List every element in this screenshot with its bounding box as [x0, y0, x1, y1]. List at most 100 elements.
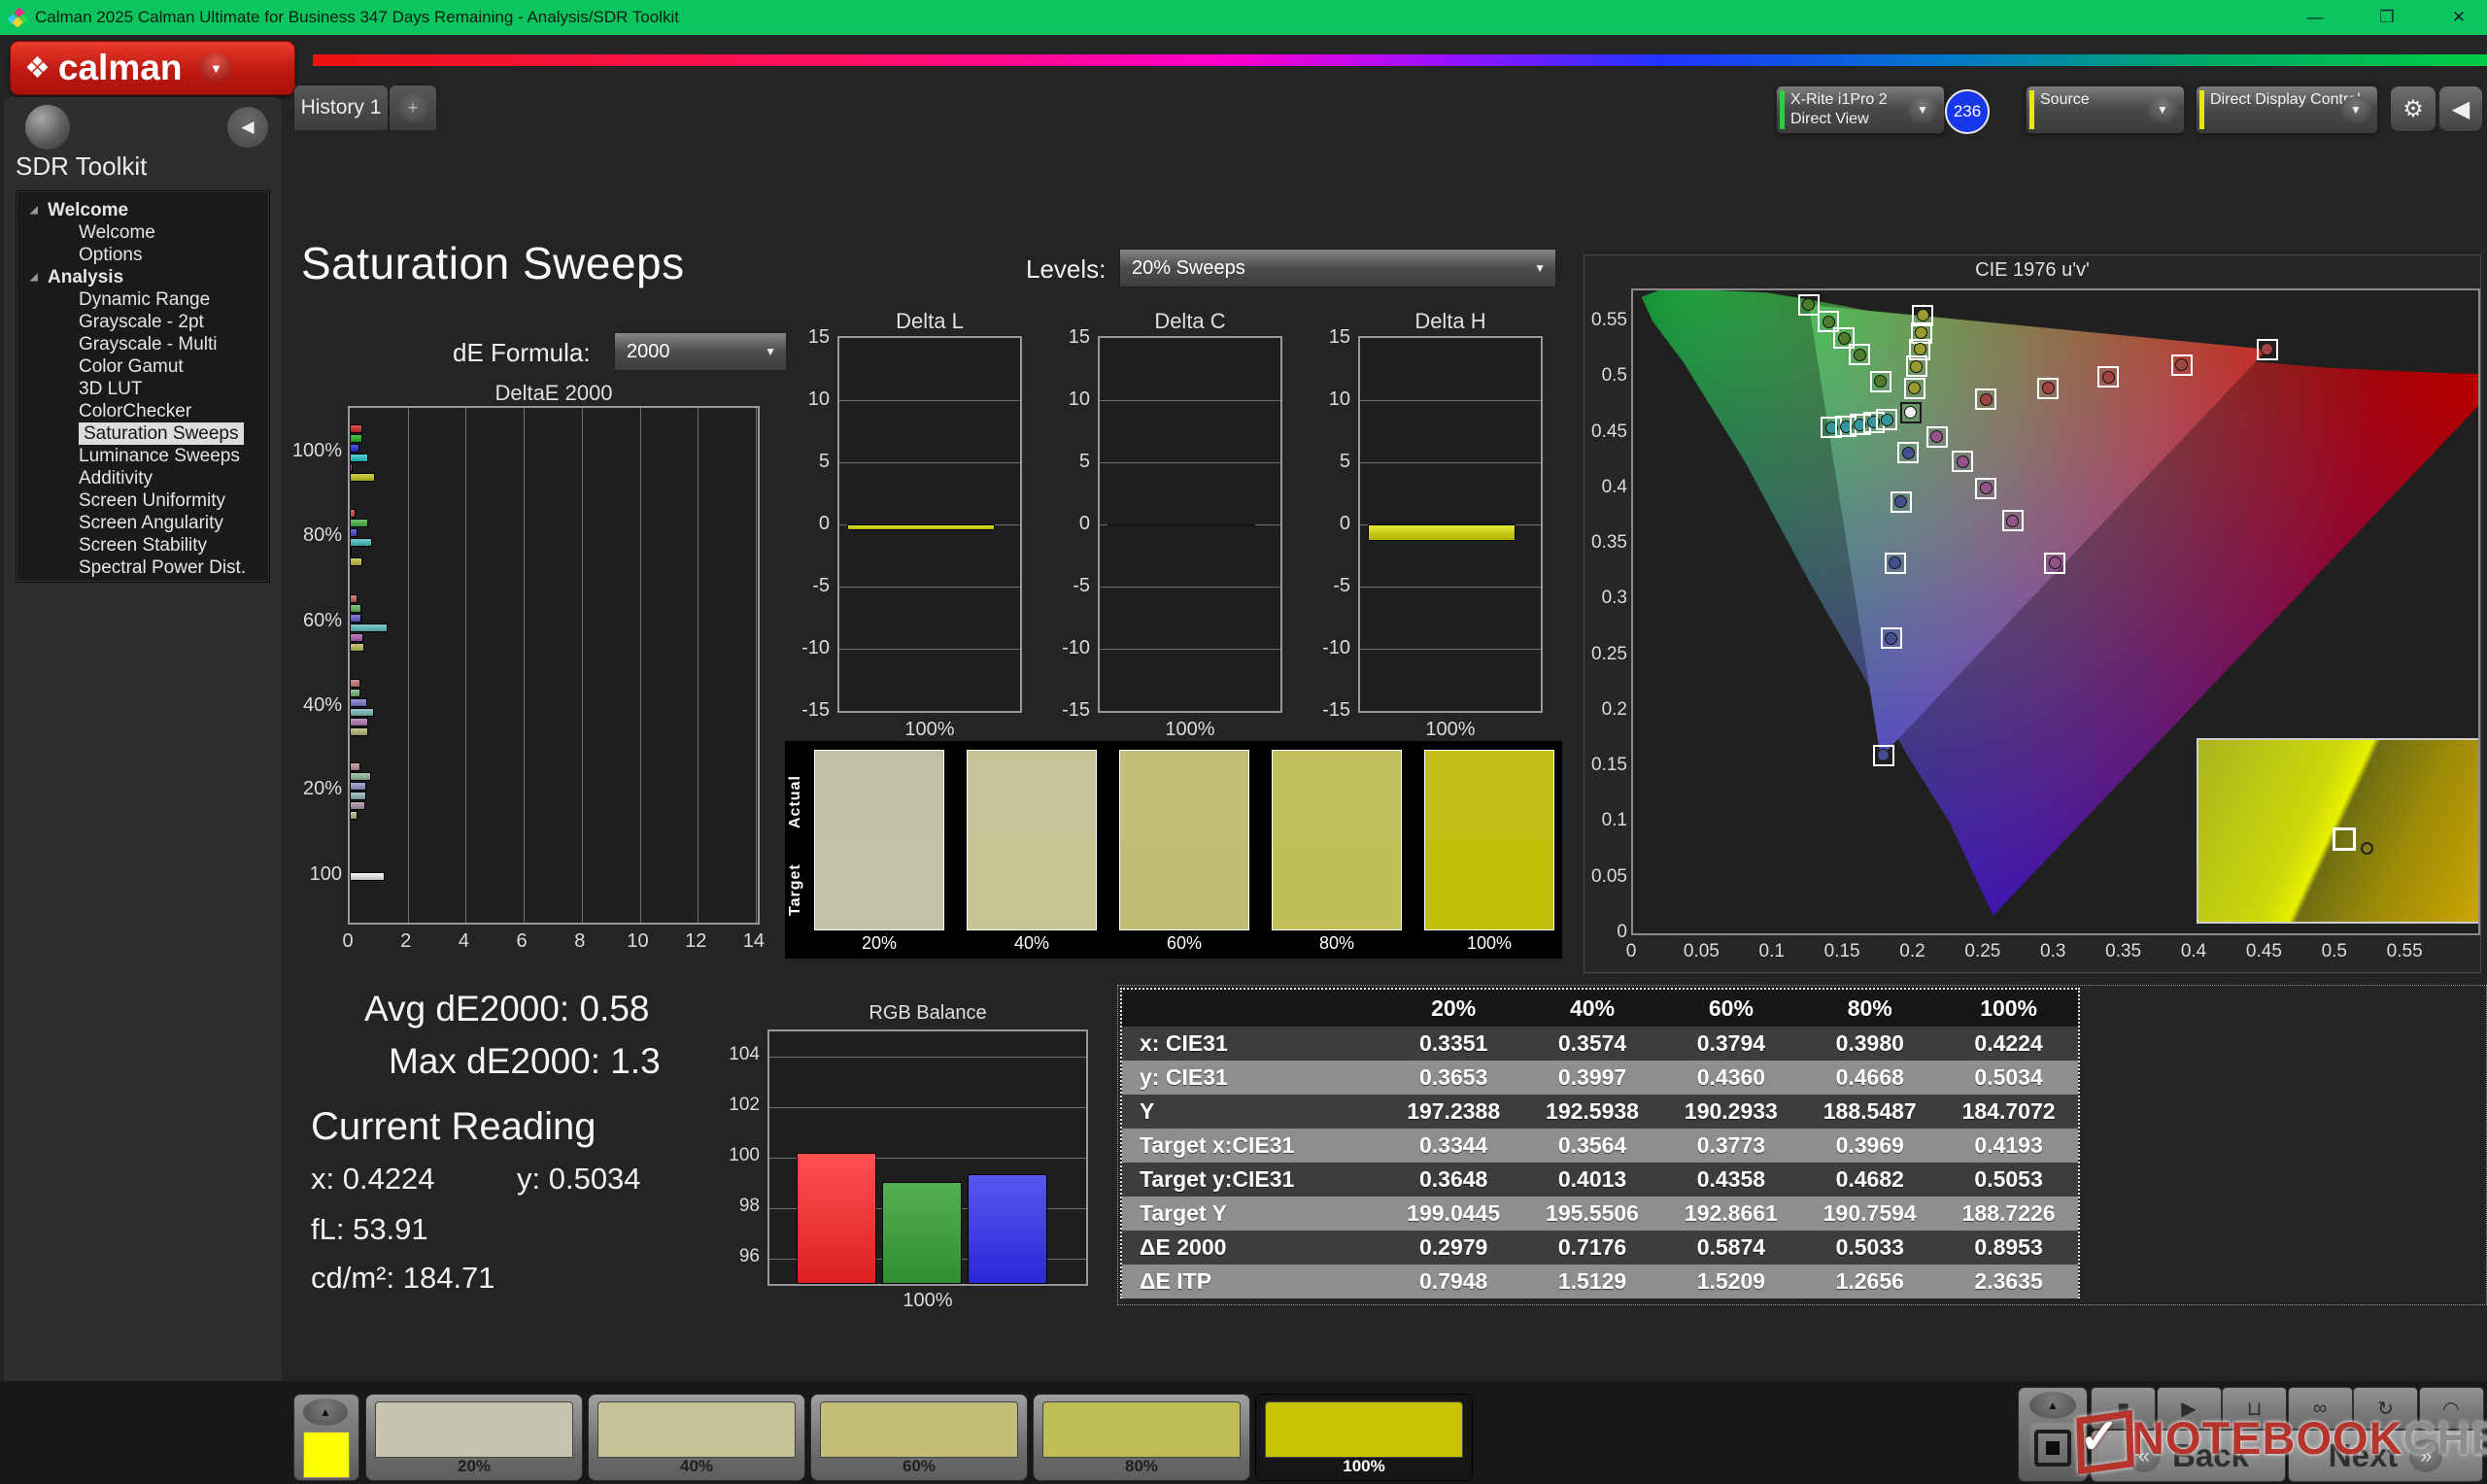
toolbar-button-loop-icon[interactable]: ∞	[2288, 1387, 2353, 1430]
sidebar-collapse-button[interactable]: ◀	[227, 107, 268, 148]
level-button-60%[interactable]: 60%	[810, 1394, 1028, 1481]
sidebar-item-color-gamut[interactable]: Color Gamut	[17, 355, 269, 378]
deltae-gridline	[524, 408, 525, 923]
cie-point-blue	[1885, 553, 1906, 574]
deltae-y-label: 80%	[288, 524, 342, 547]
sidebar-item-luminance-sweeps[interactable]: Luminance Sweeps	[17, 445, 269, 467]
delta_h-y-label: 5	[1308, 451, 1350, 473]
sidebar-item-analysis[interactable]: ◢Analysis	[17, 266, 269, 288]
workflow-sphere-icon[interactable]	[25, 105, 70, 150]
calman-menu-arrow-icon[interactable]: ▼	[199, 53, 232, 83]
window-mini-panel: ▲	[2018, 1387, 2088, 1482]
level-button-20%[interactable]: 20%	[365, 1394, 583, 1481]
active-patch-swatch[interactable]	[303, 1432, 350, 1478]
chevron-down-icon[interactable]: ▼	[2147, 96, 2178, 123]
toolbar-button-refresh-icon[interactable]: ↻	[2353, 1387, 2418, 1430]
levels-select[interactable]: 20% Sweeps ▼	[1119, 249, 1556, 287]
chevron-up-icon[interactable]: ▲	[303, 1399, 348, 1426]
expander-icon[interactable]: ◢	[30, 266, 38, 288]
expander-icon[interactable]: ◢	[30, 199, 38, 221]
level-button-80%[interactable]: 80%	[1033, 1394, 1250, 1481]
settings-button[interactable]: ⚙	[2390, 85, 2436, 132]
sidebar-item-dynamic-range[interactable]: Dynamic Range	[17, 288, 269, 311]
rgb-y-label: 100	[713, 1145, 760, 1166]
toolbar-button-pattern-icon[interactable]: ⊔	[2222, 1387, 2287, 1430]
table-cell: 0.2979	[1384, 1234, 1523, 1261]
deltae-bar-100%-yellow	[350, 473, 375, 482]
sidebar-item-welcome[interactable]: ◢Welcome	[17, 199, 269, 221]
meter-dropdown[interactable]: X-Rite i1Pro 2 Direct View ▼	[1776, 85, 1945, 134]
calman-app-icon	[8, 8, 27, 27]
sidebar-item-screen-uniformity[interactable]: Screen Uniformity	[17, 489, 269, 512]
level-button-40%[interactable]: 40%	[588, 1394, 805, 1481]
cie-zoom-inset	[2197, 738, 2480, 924]
minimize-button[interactable]: —	[2300, 8, 2330, 27]
swatch-patch-80%	[1272, 750, 1402, 930]
close-button[interactable]: ✕	[2444, 8, 2473, 27]
chevron-down-icon[interactable]: ▼	[1907, 96, 1938, 123]
sidebar-item-additivity[interactable]: Additivity	[17, 467, 269, 489]
sidebar-item-spectral-power-dist-[interactable]: Spectral Power Dist.	[17, 556, 269, 579]
sidebar-item-screen-angularity[interactable]: Screen Angularity	[17, 512, 269, 534]
add-tab-button[interactable]: +	[389, 84, 437, 130]
deltae-bar-40%-cyan	[350, 708, 374, 717]
sidebar-item-options[interactable]: Options	[17, 244, 269, 266]
inset-measured-marker	[2361, 842, 2373, 855]
deltae-gridline	[582, 408, 583, 923]
deltae-x-label: 8	[565, 930, 595, 953]
table-cell: 0.4360	[1661, 1064, 1800, 1091]
toolbar-button-stop-icon[interactable]: ■	[2091, 1387, 2156, 1430]
table-cell: 199.0445	[1384, 1200, 1523, 1227]
delta_h-gridline	[1360, 587, 1541, 588]
chevron-down-icon[interactable]: ▼	[2340, 96, 2371, 123]
table-cell: 192.8661	[1661, 1200, 1800, 1227]
cie-point-magenta	[2044, 553, 2065, 574]
display-control-dropdown[interactable]: Direct Display Control ▼	[2196, 85, 2378, 134]
table-cell: 188.5487	[1800, 1098, 1939, 1125]
calman-menu-button[interactable]: ❖ calman ▼	[10, 41, 295, 95]
results-table[interactable]: 20%40%60%80%100%x: CIE310.33510.35740.37…	[1120, 988, 2080, 1298]
tab-history-1[interactable]: History 1	[293, 84, 389, 130]
table-cell: 0.3773	[1661, 1132, 1800, 1159]
restore-button[interactable]: ❐	[2372, 8, 2402, 27]
cie-measured-dot	[1904, 406, 1917, 419]
level-button-100%[interactable]: 100%	[1255, 1394, 1473, 1481]
source-dropdown[interactable]: Source ▼	[2026, 85, 2185, 134]
sidebar-item-3d-lut[interactable]: 3D LUT	[17, 378, 269, 400]
delta_c-gridline	[1100, 400, 1280, 401]
chevron-up-icon[interactable]: ▲	[2029, 1392, 2076, 1419]
delta_c-gridline	[1100, 649, 1280, 650]
sidebar-item-saturation-sweeps[interactable]: Saturation Sweeps	[17, 422, 269, 445]
sidebar-item-screen-stability[interactable]: Screen Stability	[17, 534, 269, 556]
deltae-x-label: 2	[392, 930, 421, 953]
level-patch	[597, 1401, 796, 1458]
sidebar-item-welcome[interactable]: Welcome	[17, 221, 269, 244]
table-cell: 0.3997	[1523, 1064, 1662, 1091]
table-col-header: 20%	[1384, 995, 1523, 1022]
swatch-actual	[1120, 751, 1248, 840]
cie-measured-dot	[1980, 482, 1993, 494]
levels-label: Levels:	[1026, 254, 1106, 285]
sidebar-item-grayscale-2pt[interactable]: Grayscale - 2pt	[17, 311, 269, 333]
sidebar-item-label: Screen Angularity	[79, 512, 223, 534]
deltae-bar-100-red	[350, 872, 385, 881]
pattern-window-button[interactable]	[2029, 1423, 2076, 1473]
de-formula-select[interactable]: 2000 ▼	[614, 332, 787, 371]
delta_h-y-label: -15	[1308, 699, 1350, 722]
table-cell: 0.3794	[1661, 1030, 1800, 1057]
table-row--e-itp: ΔE ITP0.79481.51291.52091.26562.3635	[1122, 1265, 2078, 1298]
sidebar-item-grayscale-multi[interactable]: Grayscale - Multi	[17, 333, 269, 355]
table-row-label: ΔE ITP	[1122, 1268, 1384, 1295]
toolbar-button-play-icon[interactable]: ▶	[2157, 1387, 2222, 1430]
toolbar-button-more-icon[interactable]: ◠	[2419, 1387, 2484, 1430]
table-cell: 1.5129	[1523, 1268, 1662, 1295]
next-button[interactable]: Next»	[2288, 1430, 2483, 1482]
delta_l-y-label: 5	[787, 451, 830, 473]
deltae-x-label: 4	[449, 930, 478, 953]
actual-target-swatch-strip: ActualTarget20%40%60%80%100%	[785, 741, 1562, 959]
cie-point-blue	[1881, 627, 1902, 649]
back-button[interactable]: «Back	[2091, 1430, 2286, 1482]
sidebar-item-colorchecker[interactable]: ColorChecker	[17, 400, 269, 422]
nav-button-grid: ■▶⊔∞↻◠ «BackNext»	[2091, 1387, 2481, 1480]
panel-collapse-button[interactable]: ◀	[2438, 85, 2483, 132]
